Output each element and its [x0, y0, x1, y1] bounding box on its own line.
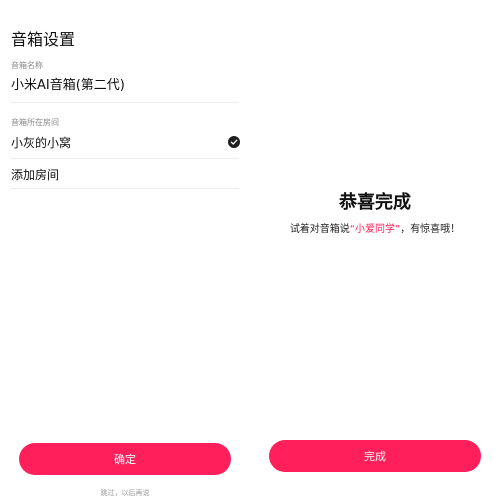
skip-link[interactable]: 跳过，以后再说 [0, 488, 250, 498]
done-button[interactable]: 完成 [269, 440, 481, 472]
divider [11, 102, 239, 103]
room-option-selected[interactable]: 小灰的小窝 [11, 129, 240, 155]
speaker-settings-screen: 音箱设置 音箱名称 小米AI音箱(第二代) 音箱所在房间 小灰的小窝 添加房间 … [0, 0, 250, 500]
confirm-button[interactable]: 确定 [19, 443, 231, 475]
add-room-label: 添加房间 [11, 167, 60, 182]
subtitle-prefix: 试着对音箱说 [289, 224, 350, 235]
speaker-room-label: 音箱所在房间 [11, 118, 59, 127]
speaker-name-label: 音箱名称 [11, 61, 43, 70]
check-circle-icon [228, 136, 240, 148]
divider [11, 158, 239, 159]
room-option-label: 小灰的小窝 [11, 135, 72, 150]
wake-word: “小爱同学” [349, 224, 401, 235]
complete-title: 恭喜完成 [339, 192, 411, 213]
add-room-button[interactable]: 添加房间 [11, 161, 240, 187]
speaker-name-field[interactable]: 小米AI音箱(第二代) [11, 74, 125, 93]
page-title: 音箱设置 [11, 30, 76, 49]
complete-subtitle: 试着对音箱说“小爱同学”，有惊喜哦！ [250, 220, 500, 235]
divider [11, 188, 239, 189]
subtitle-suffix: ，有惊喜哦！ [400, 224, 461, 235]
setup-complete-screen: 恭喜完成 试着对音箱说“小爱同学”，有惊喜哦！ 完成 [250, 0, 500, 500]
